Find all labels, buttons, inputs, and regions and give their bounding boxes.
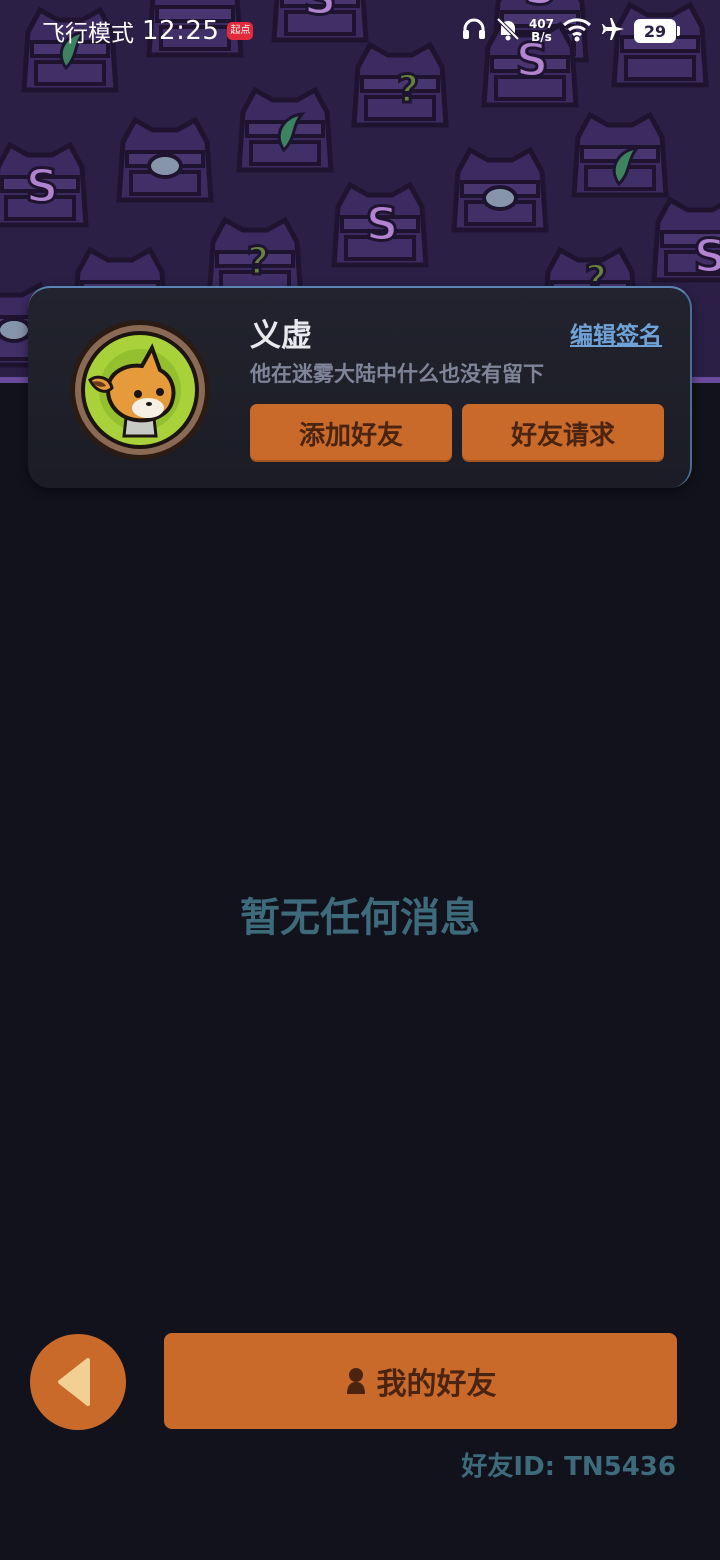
my-friends-button[interactable]: 我的好友 (164, 1333, 677, 1429)
airplane-icon (600, 16, 626, 46)
status-time: 12:25 (142, 16, 220, 46)
friend-requests-button[interactable]: 好友请求 (462, 404, 664, 462)
battery-level: 29 (634, 19, 676, 43)
add-friend-button[interactable]: 添加好友 (250, 404, 452, 462)
my-friends-label: 我的好友 (376, 1367, 497, 1402)
profile-card: 义虚 编辑签名 他在迷雾大陆中什么也没有留下 添加好友 好友请求 (28, 286, 692, 488)
avatar[interactable] (68, 318, 212, 462)
net-speed: 407 B/s (529, 18, 554, 44)
friends-screen: S ? (0, 0, 720, 1560)
net-speed-unit: B/s (531, 30, 552, 44)
battery-icon: 29 (634, 19, 680, 43)
app-notification-badge: 起点 (227, 22, 254, 40)
status-right: 407 B/s 29 (461, 16, 680, 46)
user-signature: 他在迷雾大陆中什么也没有留下 (250, 362, 544, 386)
friend-id: 好友ID: TN5436 (461, 1452, 676, 1482)
battery-tip (677, 26, 680, 36)
back-button[interactable] (30, 1334, 126, 1430)
status-bar: 飞行模式 12:25 起点 407 B/s 29 (0, 0, 720, 62)
status-mode-text: 飞行模式 (42, 21, 134, 47)
person-icon (346, 1368, 365, 1394)
user-name: 义虚 (250, 318, 312, 354)
status-left: 飞行模式 12:25 起点 (42, 14, 254, 48)
bell-muted-icon (495, 16, 521, 46)
fox-avatar-icon (70, 320, 210, 460)
edit-signature-link[interactable]: 编辑签名 (570, 316, 662, 350)
back-arrow-icon (58, 1358, 90, 1406)
empty-state-message: 暂无任何消息 (240, 895, 480, 941)
headphones-icon (461, 16, 487, 46)
wifi-icon (562, 16, 592, 46)
